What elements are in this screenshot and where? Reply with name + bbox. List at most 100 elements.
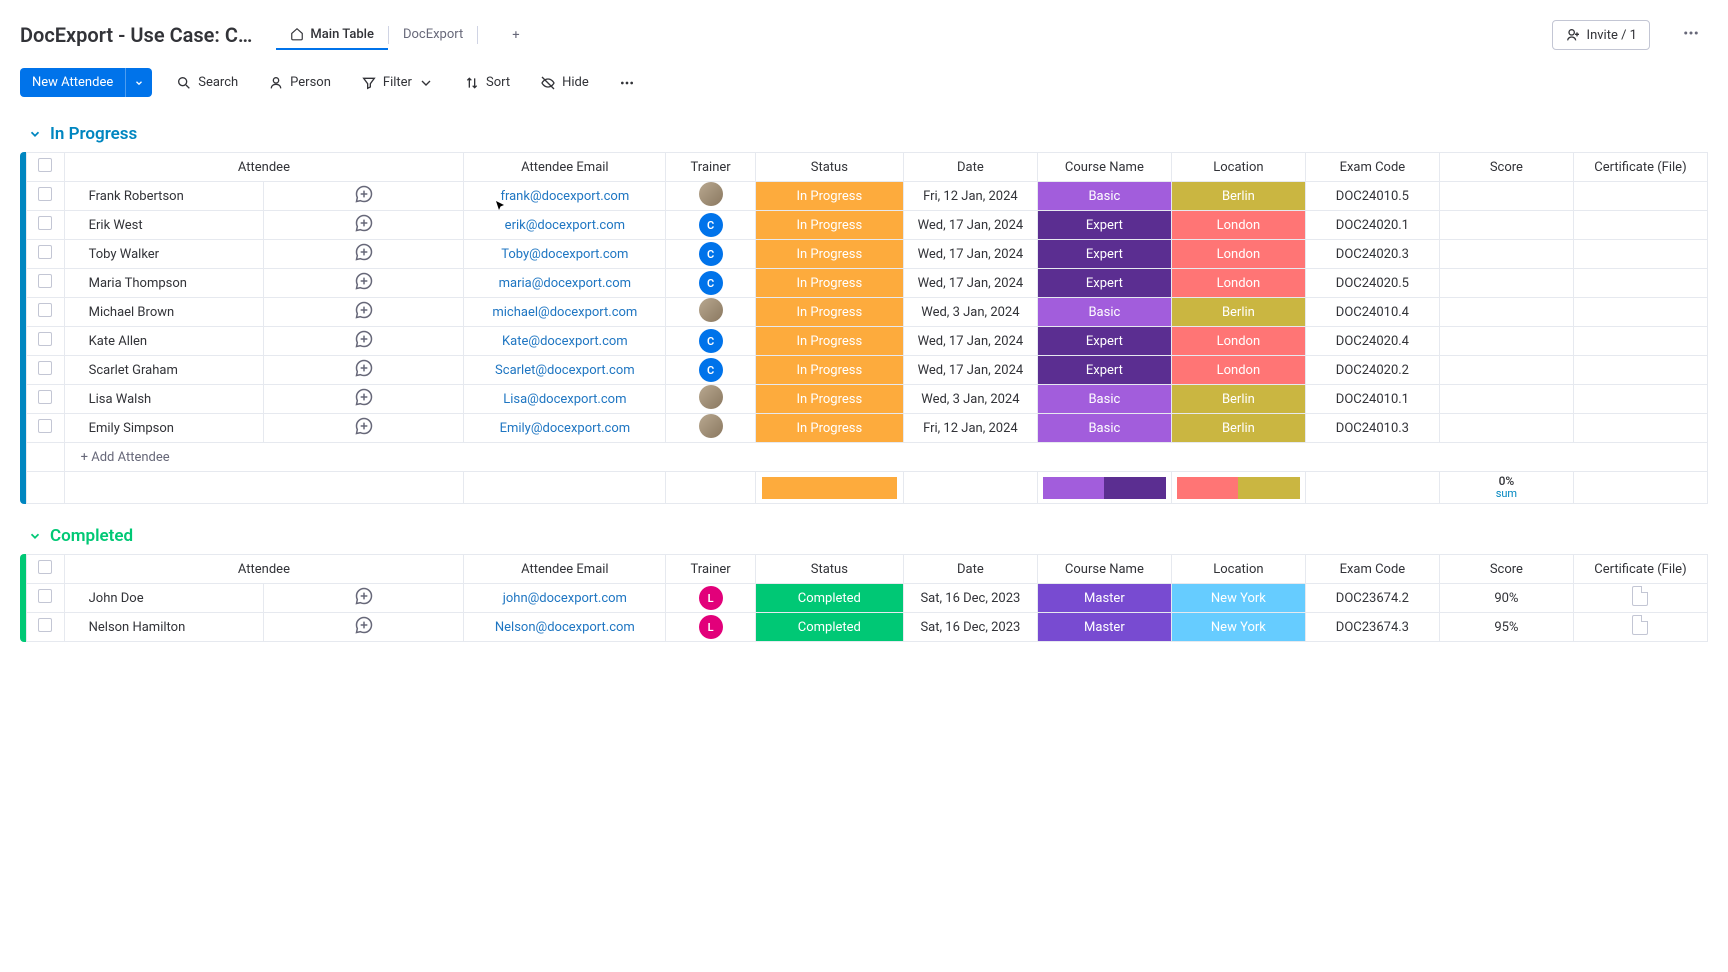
trainer-avatar[interactable] [699,414,723,438]
attendee-name-cell[interactable]: Maria Thompson [64,269,264,298]
attendee-name-cell[interactable]: Toby Walker [64,240,264,269]
new-attendee-dropdown[interactable] [125,68,152,97]
date-cell[interactable]: Sat, 16 Dec, 2023 [903,584,1037,613]
trainer-avatar[interactable]: C [699,358,723,382]
email-cell[interactable]: Toby@docexport.com [464,240,666,269]
course-cell[interactable]: Expert [1037,269,1171,298]
exam-code-cell[interactable]: DOC24020.3 [1305,240,1439,269]
exam-code-cell[interactable]: DOC24010.4 [1305,298,1439,327]
trainer-avatar[interactable]: L [699,586,723,610]
date-cell[interactable]: Wed, 17 Jan, 2024 [903,211,1037,240]
table-row[interactable]: Lisa WalshLisa@docexport.comIn ProgressW… [27,385,1708,414]
location-cell[interactable]: London [1171,356,1305,385]
add-comment-button[interactable] [354,416,374,436]
certificate-cell[interactable] [1573,414,1707,443]
score-cell[interactable] [1439,211,1573,240]
trainer-cell[interactable]: C [666,356,755,385]
add-comment-button[interactable] [354,213,374,233]
status-cell[interactable]: In Progress [755,327,903,356]
date-cell[interactable]: Fri, 12 Jan, 2024 [903,182,1037,211]
attendee-name-cell[interactable]: Emily Simpson [64,414,264,443]
table-row[interactable]: John Doejohn@docexport.comLCompletedSat,… [27,584,1708,613]
column-header[interactable]: Location [1171,555,1305,584]
trainer-avatar[interactable]: C [699,213,723,237]
row-checkbox[interactable] [38,216,52,230]
exam-code-cell[interactable]: DOC24020.1 [1305,211,1439,240]
add-attendee-button[interactable]: + Add Attendee [64,443,1707,472]
row-checkbox[interactable] [38,274,52,288]
certificate-cell[interactable] [1573,298,1707,327]
add-comment-button[interactable] [354,271,374,291]
email-cell[interactable]: Nelson@docexport.com [464,613,666,642]
search-button[interactable]: Search [170,71,244,95]
column-header[interactable]: Exam Code [1305,555,1439,584]
row-checkbox[interactable] [38,245,52,259]
column-header[interactable]: Certificate (File) [1573,555,1707,584]
trainer-avatar[interactable] [699,385,723,409]
location-cell[interactable]: London [1171,327,1305,356]
add-comment-button[interactable] [354,387,374,407]
row-checkbox[interactable] [38,618,52,632]
certificate-cell[interactable] [1573,613,1707,642]
status-cell[interactable]: In Progress [755,385,903,414]
exam-code-cell[interactable]: DOC24020.5 [1305,269,1439,298]
column-header[interactable]: Certificate (File) [1573,153,1707,182]
score-cell[interactable] [1439,414,1573,443]
date-cell[interactable]: Fri, 12 Jan, 2024 [903,414,1037,443]
certificate-cell[interactable] [1573,356,1707,385]
score-cell[interactable] [1439,269,1573,298]
table-row[interactable]: Erik Westerik@docexport.comCIn ProgressW… [27,211,1708,240]
location-cell[interactable]: Berlin [1171,182,1305,211]
date-cell[interactable]: Wed, 17 Jan, 2024 [903,327,1037,356]
attendee-name-cell[interactable]: Lisa Walsh [64,385,264,414]
certificate-cell[interactable] [1573,211,1707,240]
email-cell[interactable]: maria@docexport.com [464,269,666,298]
column-header[interactable]: Score [1439,153,1573,182]
score-cell[interactable] [1439,327,1573,356]
trainer-cell[interactable] [666,385,755,414]
score-cell[interactable] [1439,240,1573,269]
attendee-name-cell[interactable]: Frank Robertson [64,182,264,211]
score-cell[interactable] [1439,356,1573,385]
certificate-cell[interactable] [1573,240,1707,269]
exam-code-cell[interactable]: DOC24010.1 [1305,385,1439,414]
attendee-name-cell[interactable]: John Doe [64,584,264,613]
certificate-cell[interactable] [1573,269,1707,298]
date-cell[interactable]: Sat, 16 Dec, 2023 [903,613,1037,642]
row-checkbox[interactable] [38,187,52,201]
score-cell[interactable] [1439,298,1573,327]
row-checkbox[interactable] [38,332,52,346]
add-comment-button[interactable] [354,358,374,378]
select-all-checkbox[interactable] [38,560,52,574]
column-header[interactable]: Date [903,555,1037,584]
location-cell[interactable]: London [1171,240,1305,269]
course-cell[interactable]: Expert [1037,211,1171,240]
table-row[interactable]: Maria Thompsonmaria@docexport.comCIn Pro… [27,269,1708,298]
course-cell[interactable]: Basic [1037,414,1171,443]
course-cell[interactable]: Basic [1037,182,1171,211]
status-cell[interactable]: In Progress [755,182,903,211]
row-checkbox[interactable] [38,419,52,433]
score-cell[interactable] [1439,385,1573,414]
toolbar-more-button[interactable] [613,71,641,95]
column-header[interactable]: Exam Code [1305,153,1439,182]
location-cell[interactable]: Berlin [1171,414,1305,443]
course-cell[interactable]: Master [1037,584,1171,613]
date-cell[interactable]: Wed, 17 Jan, 2024 [903,269,1037,298]
trainer-avatar[interactable] [699,182,723,206]
score-cell[interactable] [1439,182,1573,211]
column-header[interactable]: Attendee [64,555,464,584]
status-cell[interactable]: In Progress [755,211,903,240]
date-cell[interactable]: Wed, 17 Jan, 2024 [903,356,1037,385]
exam-code-cell[interactable]: DOC24010.5 [1305,182,1439,211]
add-comment-button[interactable] [354,586,374,606]
location-cell[interactable]: London [1171,211,1305,240]
attendee-name-cell[interactable]: Nelson Hamilton [64,613,264,642]
column-header[interactable]: Status [755,555,903,584]
status-cell[interactable]: In Progress [755,298,903,327]
table-row[interactable]: Michael Brownmichael@docexport.comIn Pro… [27,298,1708,327]
column-header[interactable]: Attendee [64,153,464,182]
email-cell[interactable]: Emily@docexport.com [464,414,666,443]
tab-main-table[interactable]: Main Table [276,21,388,50]
trainer-cell[interactable] [666,414,755,443]
